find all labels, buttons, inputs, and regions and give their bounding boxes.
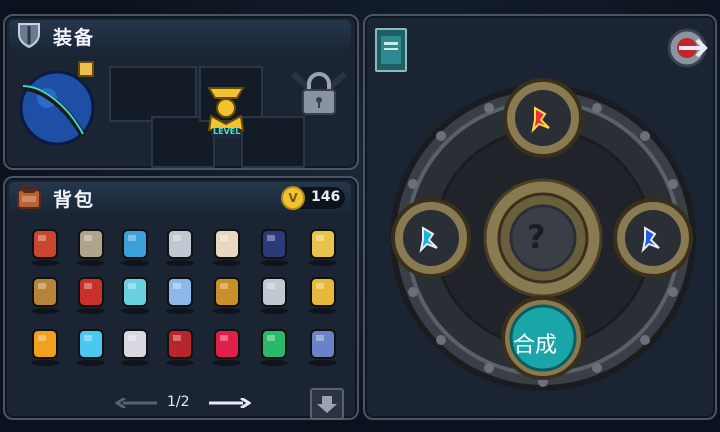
red-orb-icon	[214, 329, 240, 359]
locked-slot[interactable]	[291, 68, 347, 120]
fire-amulet-icon	[32, 329, 58, 359]
sort-down-button[interactable]	[310, 388, 344, 420]
bag-item[interactable]	[117, 326, 153, 366]
bag-item[interactable]	[256, 274, 292, 314]
claw-icon	[214, 229, 240, 259]
bag-item[interactable]	[305, 226, 341, 266]
bag-panel: 背包 V 146 1/2	[3, 176, 359, 420]
lock-icon	[291, 71, 347, 115]
gold-ring-icon	[122, 229, 148, 259]
down-arrow-icon	[317, 396, 337, 413]
page-indicator: 1/2	[167, 394, 190, 410]
equipment-title: 装备	[53, 27, 96, 49]
bead-necklace-icon	[261, 277, 287, 307]
bag-item[interactable]	[209, 226, 245, 266]
wand-icon	[310, 229, 336, 259]
crystal-ball-icon	[167, 277, 193, 307]
goggles-icon	[32, 277, 58, 307]
coin-counter: V 146	[281, 186, 345, 210]
samurai-mask-icon	[78, 277, 104, 307]
bag-item[interactable]	[27, 326, 63, 366]
prev-page-arrow-icon[interactable]	[115, 398, 157, 408]
bomb-icon	[261, 229, 287, 259]
blue-flame-icon	[78, 329, 104, 359]
level-badge: LEVEL	[213, 127, 241, 136]
bag-item[interactable]	[256, 226, 292, 266]
bag-item[interactable]	[162, 274, 198, 314]
bag-item[interactable]	[162, 226, 198, 266]
green-ring-icon	[261, 329, 287, 359]
red-book-icon	[167, 329, 193, 359]
wolf-head-icon	[310, 329, 336, 359]
crafting-panel: ? 合成	[363, 14, 717, 420]
ingredient-slot-right[interactable]	[613, 198, 693, 278]
bag-header: 背包 V 146	[9, 182, 351, 212]
coin-icon: V	[281, 186, 305, 210]
ingredient-slot-top[interactable]	[503, 78, 583, 158]
gold-relic-slot[interactable]: LEVEL	[203, 82, 249, 144]
empty-equip-slot[interactable]	[241, 116, 305, 168]
bag-item[interactable]	[73, 274, 109, 314]
equipped-staff-slot[interactable]	[13, 58, 101, 146]
bag-item[interactable]	[27, 226, 63, 266]
bag-item[interactable]	[27, 274, 63, 314]
result-slot[interactable]: ?	[527, 218, 546, 256]
robot-card-icon	[78, 229, 104, 259]
next-page-arrow-icon[interactable]	[209, 398, 251, 408]
armor-icon	[15, 22, 43, 48]
ingredient-slot-left[interactable]	[391, 198, 471, 278]
bag-item[interactable]	[305, 326, 341, 366]
empty-equip-slot[interactable]	[109, 66, 197, 122]
bag-item[interactable]	[73, 226, 109, 266]
bag-item[interactable]	[209, 274, 245, 314]
bag-item[interactable]	[117, 226, 153, 266]
bag-item[interactable]	[117, 274, 153, 314]
broken-dice-icon	[122, 329, 148, 359]
red-card-icon	[32, 229, 58, 259]
gold-totem-icon	[310, 277, 336, 307]
potion-bottle-icon	[122, 277, 148, 307]
craft-button-label: 合成	[513, 333, 558, 358]
backpack-icon	[15, 184, 43, 210]
bag-item[interactable]	[209, 326, 245, 366]
bag-item[interactable]	[305, 274, 341, 314]
bag-item[interactable]	[73, 326, 109, 366]
bag-title: 背包	[53, 189, 96, 211]
bag-item[interactable]	[162, 326, 198, 366]
pagination: 1/2	[115, 392, 255, 414]
bag-item[interactable]	[256, 326, 292, 366]
equipment-panel: 装备 LEVEL	[3, 14, 359, 170]
scorpion-icon	[214, 277, 240, 307]
coin-amount: 146	[311, 189, 341, 205]
blue-orb-staff-icon	[19, 61, 95, 146]
hammer-icon	[167, 229, 193, 259]
equipment-header: 装备	[9, 20, 351, 50]
